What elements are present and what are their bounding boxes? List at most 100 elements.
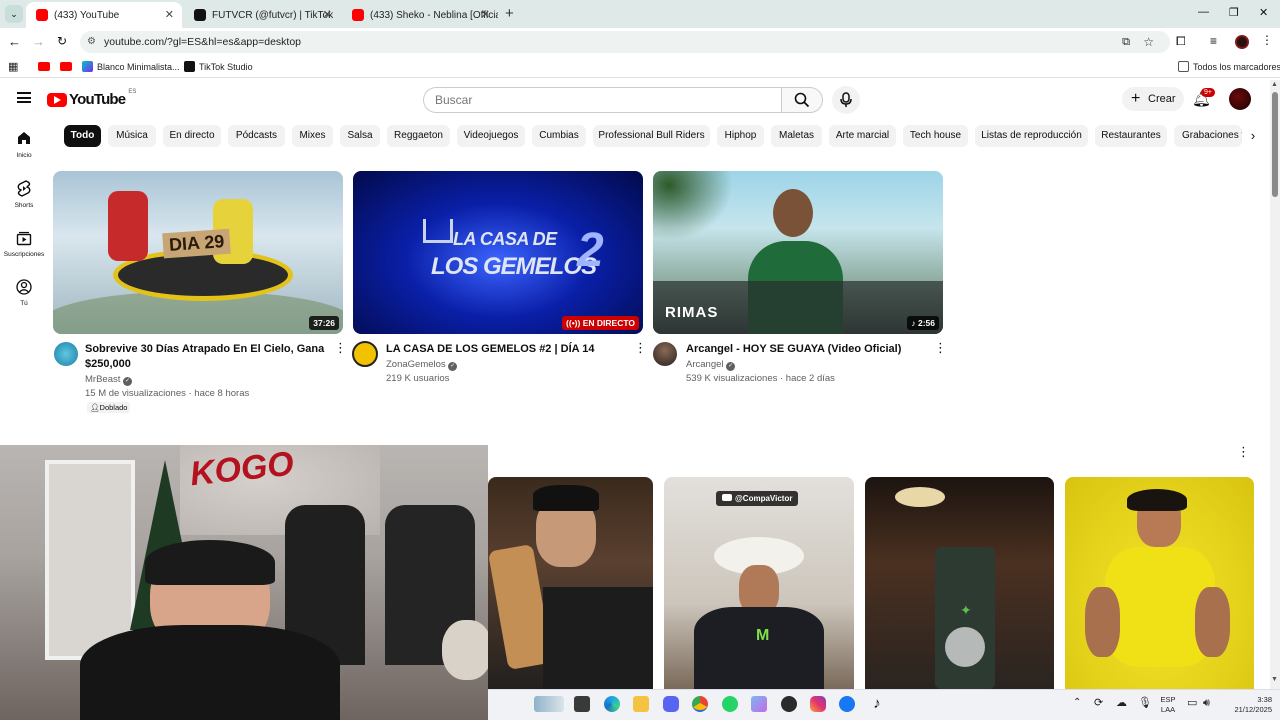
back-icon[interactable]: ← (8, 34, 21, 49)
create-button[interactable]: + Crear (1122, 87, 1184, 111)
chip-listas[interactable]: Listas de reproducción (975, 125, 1088, 147)
profile-avatar[interactable] (1235, 35, 1249, 49)
chips-next-chevron-icon[interactable]: › (1244, 128, 1262, 143)
bookmark-tiktok-studio[interactable]: TikTok Studio (184, 61, 253, 72)
channel-name[interactable]: Arcangel ✓ (686, 359, 736, 371)
video-menu-icon[interactable]: ⋮ (634, 341, 647, 354)
video-title[interactable]: LA CASA DE LOS GEMELOS #2 | DÍA 14 (386, 342, 626, 357)
bookmark-youtube-icon[interactable] (60, 62, 72, 71)
taskbar-widget-icon[interactable] (534, 696, 564, 712)
chip-videojuegos[interactable]: Videojuegos (457, 125, 525, 147)
search-button[interactable] (781, 87, 823, 113)
install-icon[interactable]: ⧉ (1122, 31, 1130, 53)
chrome-icon[interactable] (692, 696, 708, 712)
voice-search-button[interactable] (832, 86, 860, 114)
tray-volume-icon[interactable]: 🔊︎ (1203, 698, 1210, 709)
video-thumbnail[interactable]: LA CASA DE LOS GEMELOS 2 ((•)) EN DIRECT… (353, 171, 643, 334)
video-title[interactable]: Sobrevive 30 Días Atrapado En El Cielo, … (85, 342, 325, 372)
chip-maletas[interactable]: Maletas (771, 125, 822, 147)
scrollbar-thumb[interactable] (1272, 92, 1278, 197)
all-bookmarks[interactable]: Todos los marcadores (1178, 61, 1280, 72)
chip-arte-marcial[interactable]: Arte marcial (829, 125, 896, 147)
video-title[interactable]: Arcangel - HOY SE GUAYA (Video Oficial) (686, 342, 926, 357)
chip-restaurantes[interactable]: Restaurantes (1095, 125, 1167, 147)
apps-grid-icon[interactable]: ▦ (8, 60, 18, 73)
chip-grabaciones[interactable]: Grabaciones y (1174, 125, 1242, 147)
chip-professional-bull-riders[interactable]: Professional Bull Riders (593, 125, 710, 147)
channel-avatar[interactable] (54, 342, 78, 366)
notifications-button[interactable]: 🔔︎ 9+ (1192, 88, 1215, 109)
tab-youtube[interactable]: (433) YouTube ✕ (26, 2, 182, 28)
tab-tiktok[interactable]: FUTVCR (@futvcr) | TikTok ✕ (184, 2, 340, 28)
video-menu-icon[interactable]: ⋮ (334, 341, 347, 354)
short-thumbnail[interactable]: ✦ (865, 477, 1054, 689)
sidebar-item-shorts[interactable]: Shorts (0, 180, 48, 209)
instagram-icon[interactable] (810, 696, 826, 712)
scroll-down-icon[interactable]: ▼ (1271, 676, 1278, 683)
sidebar-item-you[interactable]: Tú (0, 279, 48, 307)
chip-hiphop[interactable]: Hiphop (717, 125, 764, 147)
site-info-icon[interactable]: ⚙ (87, 31, 96, 53)
tray-overflow-icon[interactable]: ⌃ (1073, 698, 1081, 708)
shorts-section-menu-icon[interactable]: ⋮ (1237, 445, 1250, 458)
browser-menu-icon[interactable]: ⋮ (1261, 33, 1273, 47)
chip-todo[interactable]: Todo (64, 125, 101, 147)
chip-tech-house[interactable]: Tech house (903, 125, 968, 147)
language-indicator[interactable]: ESP LAA (1156, 695, 1180, 715)
chip-podcasts[interactable]: Pódcasts (228, 125, 285, 147)
chip-cumbias[interactable]: Cumbias (532, 125, 586, 147)
channel-name[interactable]: ZonaGemelos ✓ (386, 359, 458, 371)
close-tab-icon[interactable]: ✕ (481, 8, 490, 21)
account-avatar[interactable] (1229, 88, 1251, 110)
discord-icon[interactable] (663, 696, 679, 712)
page-scrollbar[interactable]: ▲ ▼ (1270, 80, 1280, 689)
clock[interactable]: 3:38 21/12/2025 (1222, 695, 1272, 715)
tab-search-button[interactable]: ⌄ (5, 5, 23, 23)
snipping-tool-icon[interactable] (751, 696, 767, 712)
chip-en-directo[interactable]: En directo (163, 125, 221, 147)
channel-name[interactable]: MrBeast ✓ (85, 374, 133, 386)
close-window-icon[interactable]: ✕ (1259, 6, 1268, 19)
edge-icon[interactable] (604, 696, 620, 712)
tray-monitor-icon[interactable]: ▭ (1187, 698, 1197, 709)
tray-network-icon[interactable]: ☁ (1116, 698, 1127, 709)
forward-icon[interactable]: → (32, 34, 45, 49)
scroll-up-icon[interactable]: ▲ (1271, 81, 1278, 88)
facebook-icon[interactable] (839, 696, 855, 712)
youtube-logo[interactable]: YouTube ES (47, 89, 136, 108)
bookmark-star-icon[interactable]: ☆ (1143, 31, 1154, 53)
whatsapp-icon[interactable] (722, 696, 738, 712)
chip-reggaeton[interactable]: Reggaeton (387, 125, 450, 147)
sidebar-item-home[interactable]: Inicio (0, 130, 48, 159)
reload-icon[interactable]: ↻ (57, 34, 67, 48)
minimize-icon[interactable]: — (1198, 6, 1209, 18)
bookmark-youtube-icon[interactable] (38, 62, 50, 71)
short-thumbnail[interactable] (1065, 477, 1254, 689)
chip-salsa[interactable]: Salsa (340, 125, 380, 147)
tiktok-icon[interactable]: ♪ (869, 696, 885, 712)
extensions-icon[interactable]: ⧠ (1176, 34, 1186, 49)
new-tab-button[interactable]: + (505, 5, 514, 22)
short-thumbnail[interactable]: @CompaVictor M (664, 477, 854, 689)
video-thumbnail[interactable]: DIA 29 37:26 (53, 171, 343, 334)
sidebar-item-subscriptions[interactable]: Suscripciones (0, 230, 48, 258)
chip-musica[interactable]: Música (108, 125, 156, 147)
short-thumbnail[interactable] (488, 477, 653, 689)
file-explorer-icon[interactable] (633, 696, 649, 712)
hamburger-menu-icon[interactable] (17, 92, 31, 103)
task-view-icon[interactable] (574, 696, 590, 712)
tab-sheko[interactable]: (433) Sheko - Neblina [Official ✕ (342, 2, 498, 28)
tray-sync-icon[interactable]: ⟳ (1094, 698, 1103, 709)
chip-mixes[interactable]: Mixes (292, 125, 333, 147)
bookmark-blanco[interactable]: Blanco Minimalista... (82, 61, 180, 72)
tray-mic-icon[interactable]: 🎙︎ (1138, 698, 1152, 709)
obs-icon[interactable] (781, 696, 797, 712)
close-tab-icon[interactable]: ✕ (323, 8, 332, 21)
close-tab-icon[interactable]: ✕ (165, 8, 174, 21)
search-input[interactable]: Buscar (423, 87, 782, 113)
media-icon[interactable]: ≡ (1210, 34, 1217, 48)
maximize-icon[interactable]: ❐ (1229, 6, 1239, 19)
address-bar[interactable]: ⚙ youtube.com/?gl=ES&hl=es&app=desktop ⧉… (80, 31, 1170, 53)
video-menu-icon[interactable]: ⋮ (934, 341, 947, 354)
channel-avatar[interactable] (352, 341, 378, 367)
